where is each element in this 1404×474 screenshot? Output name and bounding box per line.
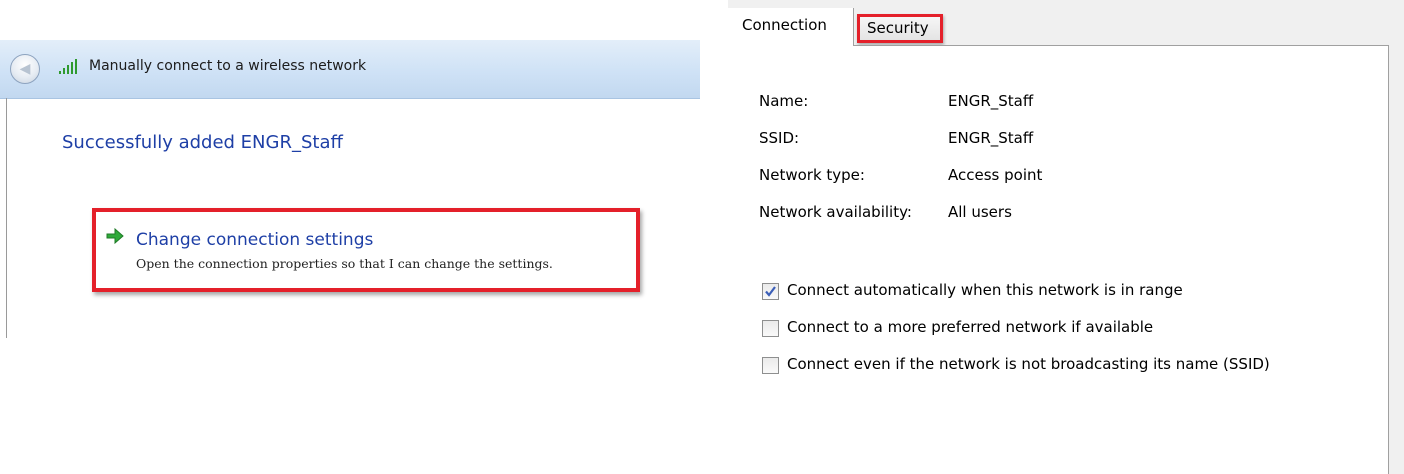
success-heading: Successfully added ENGR_Staff <box>62 132 343 153</box>
tab-connection[interactable]: Connection <box>728 8 854 46</box>
info-label: SSID: <box>759 129 800 147</box>
wireless-signal-icon <box>59 59 77 74</box>
connect-automatically-label: Connect automatically when this network … <box>787 281 1183 299</box>
info-value: Access point <box>948 166 1043 184</box>
green-arrow-icon <box>106 228 124 244</box>
command-link-description: Open the connection properties so that I… <box>136 256 553 271</box>
tab-security[interactable]: Security <box>857 14 943 43</box>
change-connection-settings-link[interactable]: Change connection settings Open the conn… <box>92 208 640 292</box>
connect-preferred-label: Connect to a more preferred network if a… <box>787 318 1154 336</box>
connect-hidden-label: Connect even if the network is not broad… <box>787 355 1270 373</box>
network-properties-dialog: Connection Security Name: ENGR_Staff SSI… <box>728 0 1404 474</box>
wizard-header: ◀ Manually connect to a wireless network <box>0 40 700 99</box>
wizard-panel: ◀ Manually connect to a wireless network… <box>0 40 700 338</box>
info-value: ENGR_Staff <box>948 92 1034 110</box>
connection-tab-panel: Name: ENGR_Staff SSID: ENGR_Staff Networ… <box>728 45 1389 474</box>
tab-security-label: Security <box>867 19 929 37</box>
connect-hidden-checkbox[interactable] <box>762 357 779 374</box>
info-label: Network availability: <box>759 203 912 221</box>
info-value: ENGR_Staff <box>948 129 1034 147</box>
connect-automatically-checkbox[interactable] <box>762 283 779 300</box>
back-arrow-icon: ◀ <box>19 61 31 77</box>
info-label: Network type: <box>759 166 865 184</box>
command-link-title: Change connection settings <box>136 230 374 250</box>
tab-strip: Connection Security <box>728 0 1404 46</box>
wizard-left-border <box>6 98 7 338</box>
tab-connection-label: Connection <box>742 16 827 34</box>
checkmark-icon <box>765 286 776 297</box>
connect-preferred-checkbox[interactable] <box>762 320 779 337</box>
info-label: Name: <box>759 92 809 110</box>
wizard-title: Manually connect to a wireless network <box>89 58 367 74</box>
back-button[interactable]: ◀ <box>10 54 40 84</box>
info-value: All users <box>948 203 1012 221</box>
